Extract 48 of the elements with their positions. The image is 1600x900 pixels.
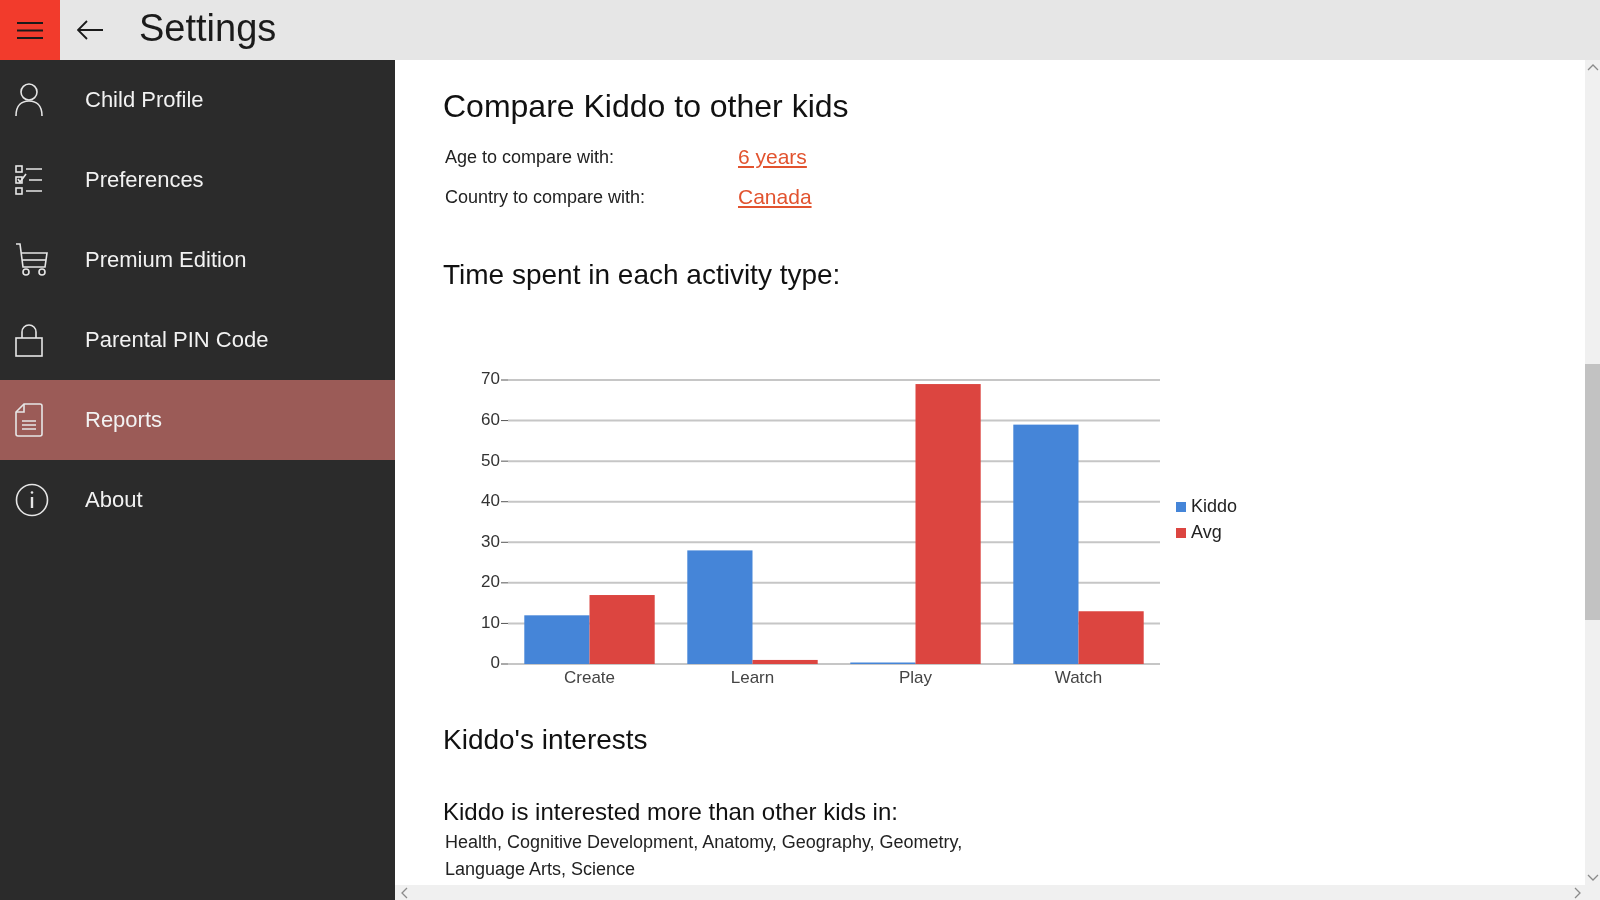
scroll-up-icon[interactable] <box>1586 63 1599 72</box>
interests-text: Health, Cognitive Development, Anatomy, Geography, Geometry, Language Arts, Science <box>445 831 964 881</box>
vertical-scrollbar[interactable] <box>1585 60 1600 885</box>
field-label: Country to compare with: <box>445 186 647 208</box>
scroll-down-icon[interactable] <box>1586 873 1599 882</box>
legend-label: Avg <box>1191 521 1222 542</box>
scrollbar-thumb[interactable] <box>1585 364 1600 620</box>
scroll-right-icon[interactable] <box>1573 886 1582 899</box>
axis-label: 10 <box>481 612 500 632</box>
lock-icon <box>15 323 43 357</box>
menu-button[interactable] <box>0 0 60 60</box>
sidebar-item[interactable]: Premium Edition <box>0 220 395 300</box>
section-heading: Kiddo's interests <box>443 723 648 757</box>
axis-label: 70 <box>481 369 500 389</box>
document-icon <box>15 403 43 437</box>
cart-icon <box>15 243 49 277</box>
chart-bar <box>589 595 655 664</box>
sidebar-item[interactable]: About <box>0 460 395 540</box>
section-subheading: Kiddo is interested more than other kids in: <box>443 797 898 827</box>
person-icon <box>15 83 43 117</box>
menu-icon <box>17 21 43 39</box>
axis-label: 60 <box>481 410 500 430</box>
axis-label: 30 <box>481 531 500 551</box>
legend-label: Kiddo <box>1191 495 1238 516</box>
scroll-left-icon[interactable] <box>400 886 409 899</box>
arrow-left-icon <box>77 20 103 40</box>
axis-label: 0 <box>490 653 500 673</box>
axis-label: 40 <box>481 491 500 511</box>
checklist-icon <box>15 165 43 195</box>
field-label: Age to compare with: <box>445 146 616 168</box>
axis-label: Create <box>564 668 615 688</box>
sidebar-item[interactable]: Reports <box>0 380 395 460</box>
axis-label: 20 <box>481 572 500 592</box>
info-icon <box>15 483 49 517</box>
sidebar-item[interactable]: Preferences <box>0 140 395 220</box>
value-link[interactable]: Canada <box>738 185 812 208</box>
axis-label: Play <box>898 668 933 688</box>
section-heading: Compare Kiddo to other kids <box>443 87 849 126</box>
horizontal-scrollbar[interactable] <box>395 885 1600 900</box>
page-title: Settings <box>139 6 277 51</box>
value-link[interactable]: 6 years <box>738 145 807 168</box>
axis-label: Watch <box>1054 668 1103 688</box>
sidebar-item[interactable]: Parental PIN Code <box>0 300 395 380</box>
section-heading: Time spent in each activity type: <box>443 258 841 292</box>
axis-label: Learn <box>730 668 775 688</box>
axis-label: 50 <box>481 450 500 470</box>
chart-bar <box>524 615 590 664</box>
sidebar-item[interactable]: Child Profile <box>0 60 395 140</box>
